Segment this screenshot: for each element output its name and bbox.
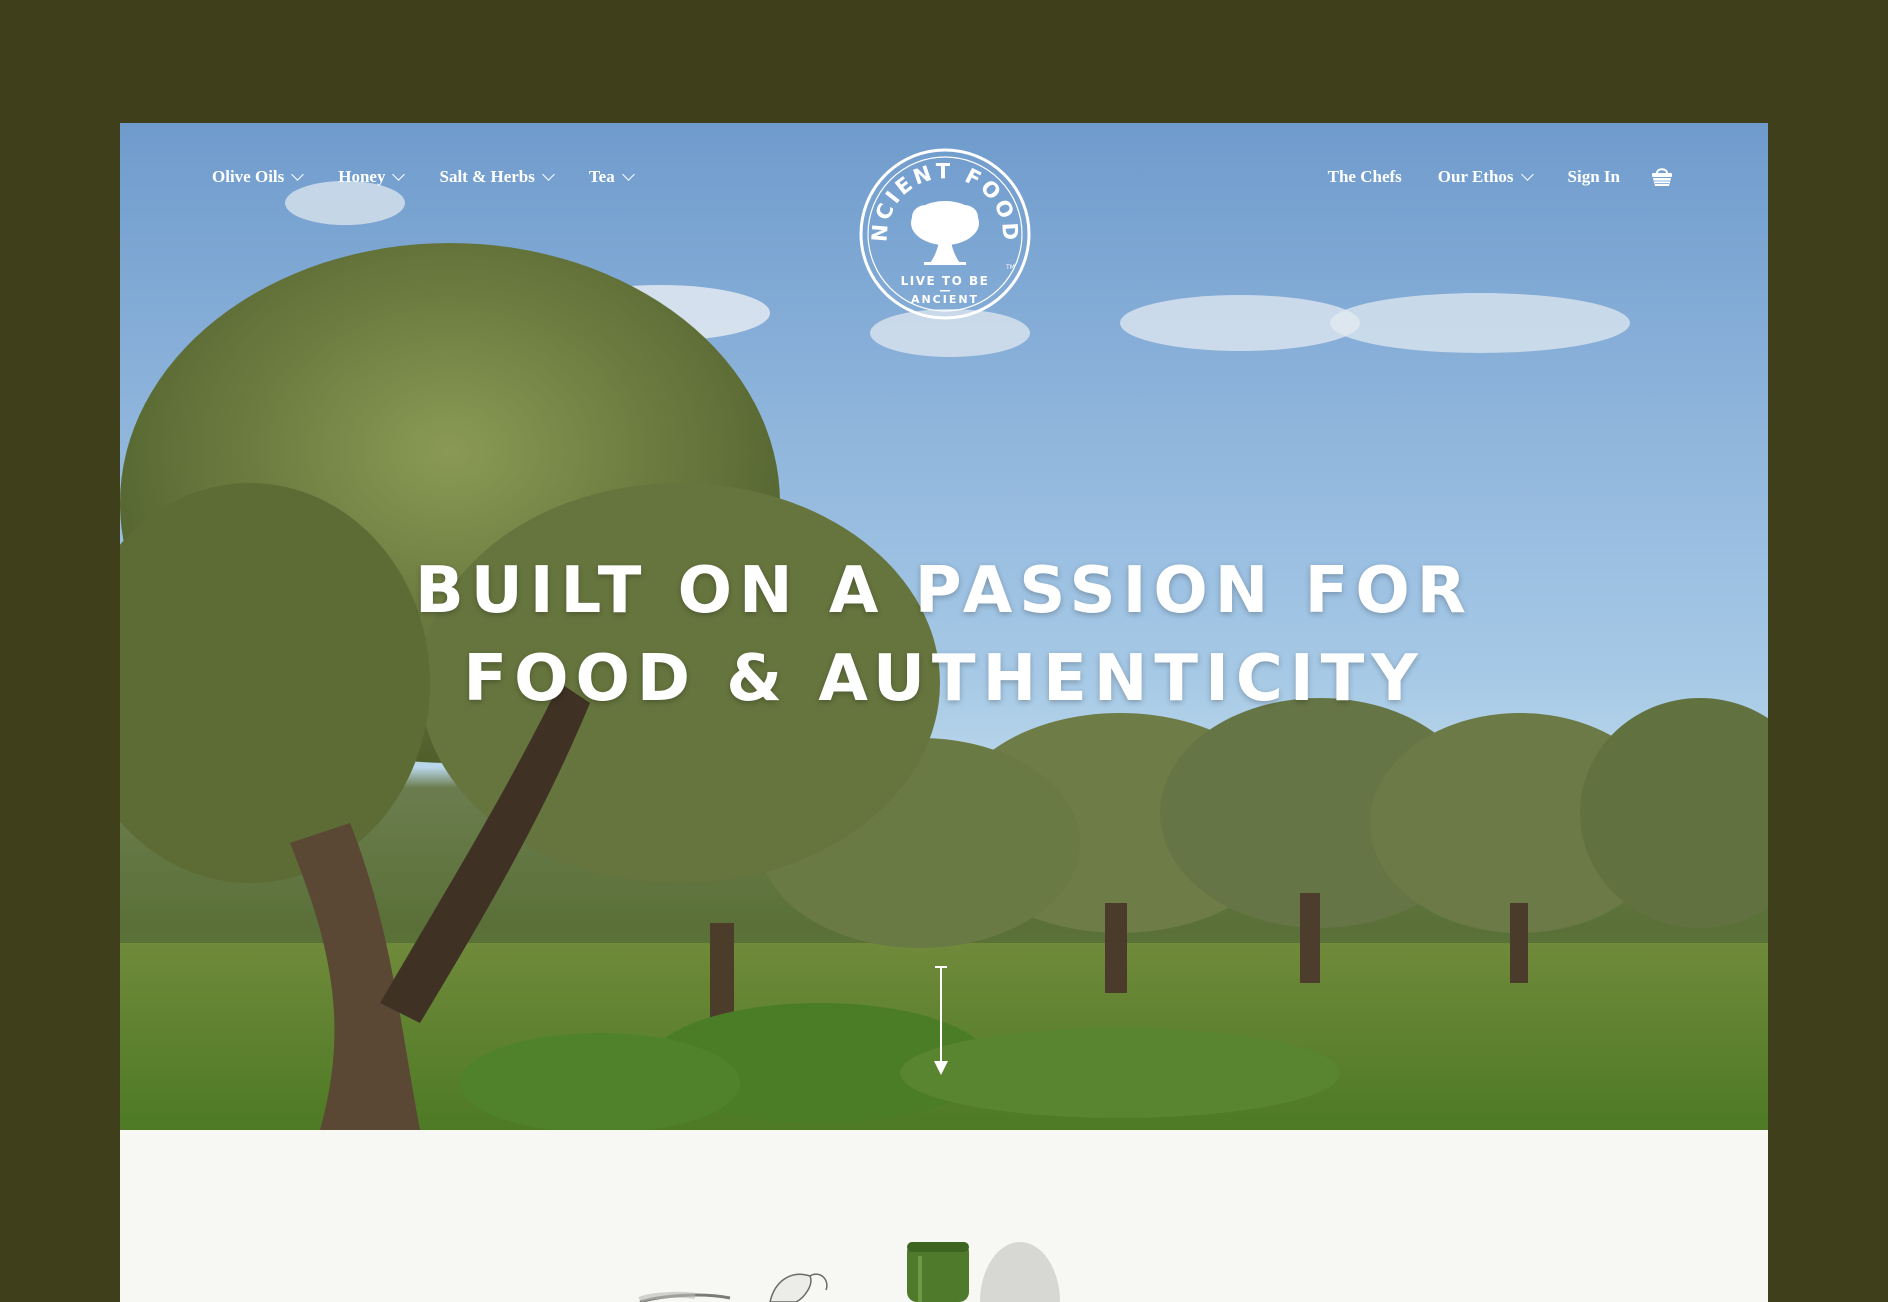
- nav-item-olive-oils[interactable]: Olive Oils: [212, 167, 305, 187]
- chevron-down-icon: [542, 168, 555, 181]
- nav-item-label: Olive Oils: [212, 167, 285, 186]
- olive-tree-icon: [911, 201, 979, 265]
- nav-item-label: Our Ethos: [1437, 167, 1514, 186]
- nav-item-the-chefs[interactable]: The Chefs: [1328, 167, 1402, 187]
- chevron-down-icon: [291, 168, 305, 181]
- hero-section: Olive Oils Honey Salt & Herbs Tea NCIENT…: [120, 123, 1768, 1130]
- basket-icon[interactable]: [1650, 164, 1674, 188]
- nav-right: The Chefs Our Ethos Sign In: [1292, 167, 1620, 187]
- nav-item-label: Honey: [338, 167, 386, 186]
- logo-tagline-1: LIVE TO BE: [901, 274, 990, 288]
- nav-item-our-ethos[interactable]: Our Ethos: [1437, 167, 1534, 187]
- product-showcase-section: [120, 1130, 1768, 1302]
- nav-left: Olive Oils Honey Salt & Herbs Tea: [212, 167, 669, 187]
- hero-title-line-2: FOOD & AUTHENTICITY: [463, 642, 1425, 716]
- nav-item-label: Salt & Herbs: [439, 167, 535, 186]
- chevron-down-icon: [392, 168, 406, 181]
- page-frame: Olive Oils Honey Salt & Herbs Tea NCIENT…: [120, 123, 1768, 1302]
- nav-item-label: The Chefs: [1327, 167, 1402, 186]
- hero-title: BUILT ON A PASSION FOR FOOD & AUTHENTICI…: [120, 547, 1768, 723]
- nav-item-tea[interactable]: Tea: [588, 167, 635, 187]
- nav-item-sign-in[interactable]: Sign In: [1568, 167, 1620, 187]
- nav-item-honey[interactable]: Honey: [338, 167, 406, 187]
- nav-item-label: Sign In: [1567, 167, 1620, 186]
- chevron-down-icon: [1520, 168, 1534, 181]
- nav-item-label: Tea: [588, 167, 615, 186]
- logo-trademark: TM: [1005, 264, 1015, 271]
- product-preview-image: [638, 1242, 1060, 1302]
- arrow-down-icon[interactable]: [931, 965, 951, 1077]
- brand-logo[interactable]: ANCIENT FOODS LIVE TO BE ANCIENT TM: [858, 147, 1032, 321]
- hero-title-line-1: BUILT ON A PASSION FOR: [414, 554, 1474, 628]
- logo-tagline-2: ANCIENT: [911, 293, 979, 306]
- chevron-down-icon: [621, 168, 635, 181]
- nav-item-salt-herbs[interactable]: Salt & Herbs: [439, 167, 555, 187]
